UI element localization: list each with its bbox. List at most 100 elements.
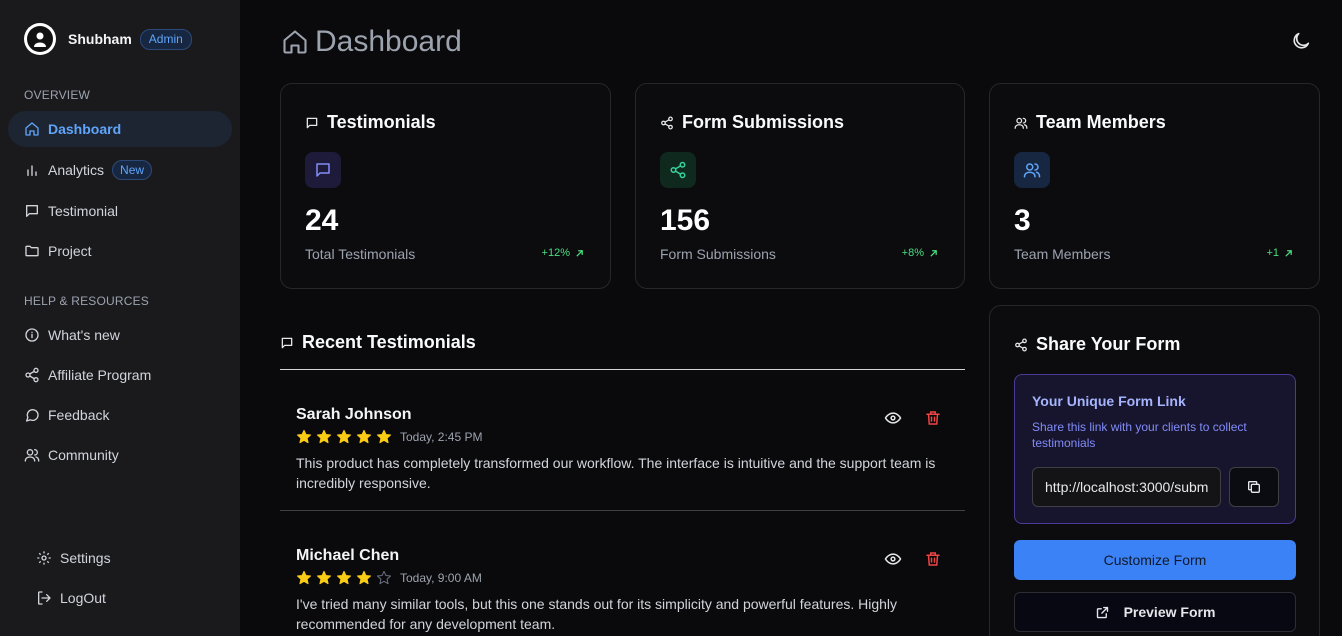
sidebar-item-project[interactable]: Project — [8, 233, 232, 269]
share-form-title: Share Your Form — [1014, 334, 1180, 355]
message-circle-icon — [26, 409, 39, 422]
stat-value: 156 — [660, 204, 711, 237]
stat-card-team-members: Team Members 3 Team Members +1 — [989, 83, 1320, 289]
sidebar-item-affiliate-program[interactable]: Affiliate Program — [8, 357, 232, 393]
stat-title-text: Testimonials — [327, 112, 436, 132]
share-icon — [25, 367, 39, 383]
message-square-icon — [26, 205, 38, 217]
testimonial-meta: Today, 9:00 AM — [296, 570, 956, 586]
trash-icon — [926, 411, 940, 425]
form-link-description: Share this link with your clients to col… — [1032, 420, 1247, 450]
sidebar-item-label: Dashboard — [48, 121, 122, 137]
sidebar-item-whats-new[interactable]: What's new — [8, 317, 232, 353]
sidebar-item-feedback[interactable]: Feedback — [8, 397, 232, 433]
sidebar-item-settings[interactable]: Settings — [8, 540, 232, 576]
customize-form-button[interactable]: Customize Form — [1014, 540, 1296, 580]
star-rating — [296, 570, 396, 586]
users-icon — [1014, 117, 1028, 129]
copy-icon — [1248, 481, 1260, 493]
arrow-up-right-icon — [930, 249, 937, 257]
message-square-icon — [281, 337, 293, 348]
eye-icon — [884, 553, 902, 565]
eye-icon — [884, 412, 902, 424]
trash-icon — [926, 552, 940, 566]
share-form-card: Share Your Form Your Unique Form Link Sh… — [989, 305, 1320, 636]
preview-form-label: Preview Form — [1123, 604, 1216, 620]
stat-value: 3 — [1014, 204, 1031, 237]
preview-form-button[interactable]: Preview Form — [1014, 592, 1296, 632]
sidebar-item-testimonial[interactable]: Testimonial — [8, 193, 232, 229]
moon-icon — [1293, 32, 1310, 49]
stat-title: Team Members — [1014, 112, 1166, 133]
users-icon — [24, 449, 40, 462]
sidebar: Shubham Admin OVERVIEW Dashboard Analyti… — [0, 0, 240, 636]
testimonial-time: Today, 9:00 AM — [400, 571, 482, 585]
stat-label: Team Members — [1014, 246, 1111, 262]
testimonial-author: Michael Chen — [296, 547, 400, 564]
stat-icon-box — [305, 152, 341, 188]
form-link-box: Your Unique Form Link Share this link wi… — [1014, 374, 1296, 524]
form-link-input[interactable] — [1032, 467, 1221, 507]
testimonial-time: Today, 2:45 PM — [400, 430, 483, 444]
share-icon — [661, 116, 673, 129]
home-icon — [25, 122, 39, 136]
users-icon — [1023, 163, 1041, 178]
divider — [280, 510, 965, 511]
star-rating — [296, 429, 396, 445]
recent-testimonials-title-text: Recent Testimonials — [302, 332, 476, 352]
star-filled-icon — [356, 570, 372, 585]
testimonial-text: I've tried many similar tools, but this … — [296, 596, 898, 632]
star-filled-icon — [336, 570, 352, 585]
sidebar-item-dashboard[interactable]: Dashboard — [8, 111, 232, 147]
section-label-help: HELP & RESOURCES — [24, 294, 150, 308]
gear-icon — [37, 551, 51, 565]
stat-icon-box — [1014, 152, 1050, 188]
bar-chart-icon — [27, 165, 37, 176]
copy-link-button[interactable] — [1229, 467, 1279, 507]
user-profile[interactable]: Shubham Admin — [24, 23, 192, 55]
stat-change: +8% — [902, 247, 938, 259]
divider — [280, 369, 965, 370]
theme-toggle-button[interactable] — [1290, 30, 1312, 52]
message-square-icon — [306, 117, 318, 128]
section-label-overview: OVERVIEW — [24, 88, 91, 102]
folder-icon — [25, 245, 39, 257]
sidebar-item-community[interactable]: Community — [8, 437, 232, 473]
stat-title: Form Submissions — [660, 112, 844, 133]
star-filled-icon — [336, 429, 352, 444]
star-filled-icon — [356, 429, 372, 444]
avatar — [24, 23, 56, 55]
stat-change-text: +1 — [1266, 247, 1279, 259]
sidebar-item-label: What's new — [48, 327, 120, 343]
sidebar-item-analytics[interactable]: Analytics New — [8, 152, 232, 188]
stat-value: 24 — [305, 204, 339, 237]
sidebar-item-label: Settings — [60, 550, 111, 566]
sidebar-item-label: Analytics — [48, 162, 105, 178]
page-title-text: Dashboard — [315, 25, 462, 58]
stat-card-form-submissions: Form Submissions 156 Form Submissions +8… — [635, 83, 965, 289]
delete-button[interactable] — [924, 409, 942, 427]
testimonial-author: Sarah Johnson — [296, 406, 412, 423]
message-square-icon — [316, 163, 330, 177]
stat-title: Testimonials — [305, 112, 436, 133]
testimonial-text: This product has completely transformed … — [296, 455, 936, 491]
sidebar-item-label: Project — [48, 243, 92, 259]
sidebar-item-label: Testimonial — [48, 203, 119, 219]
role-badge: Admin — [139, 28, 192, 50]
sidebar-item-label: Feedback — [48, 407, 110, 423]
delete-button[interactable] — [924, 550, 942, 568]
view-button[interactable] — [884, 409, 902, 427]
sidebar-item-logout[interactable]: LogOut — [8, 580, 232, 616]
view-button[interactable] — [884, 550, 902, 568]
stat-label: Form Submissions — [660, 246, 776, 262]
sidebar-item-label: Affiliate Program — [48, 367, 152, 383]
star-filled-icon — [316, 429, 332, 444]
form-link-title: Your Unique Form Link — [1032, 393, 1186, 409]
recent-testimonials-title: Recent Testimonials — [280, 332, 476, 353]
logout-icon — [38, 591, 51, 605]
home-icon — [283, 30, 307, 54]
star-filled-icon — [376, 429, 392, 444]
share-icon — [1015, 338, 1027, 351]
share-icon — [670, 161, 686, 179]
arrow-up-right-icon — [576, 249, 583, 257]
